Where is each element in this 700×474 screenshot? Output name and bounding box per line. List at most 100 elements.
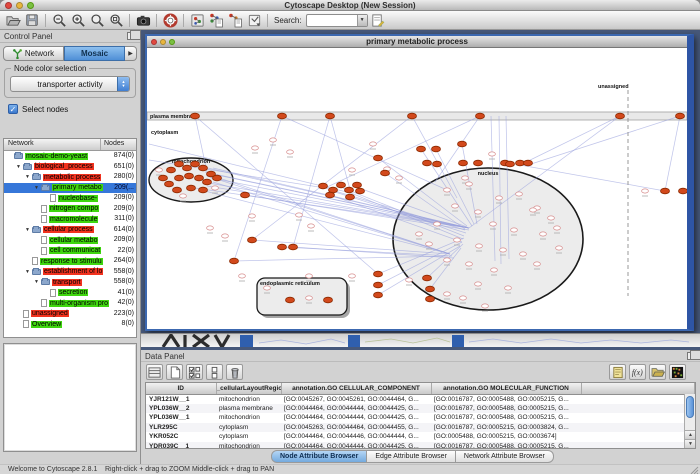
tree-row-label[interactable]: cellular metabo (49, 237, 98, 244)
network-node-selected[interactable] (195, 175, 204, 181)
network-node[interactable] (476, 244, 483, 248)
network-node-selected[interactable] (676, 113, 685, 119)
table-cell[interactable]: YKR052C (146, 432, 216, 442)
notes-icon[interactable] (609, 364, 626, 380)
network-node-selected[interactable] (241, 192, 250, 198)
network-node-selected[interactable] (319, 183, 328, 189)
network-node-selected[interactable] (213, 175, 222, 181)
tree-expand-arrow-icon[interactable]: ▼ (34, 183, 41, 193)
tree-row-label[interactable]: metabolic process (43, 174, 101, 181)
network-node[interactable] (530, 208, 537, 212)
tree-row-label[interactable]: primary metabo (52, 184, 103, 191)
network-node-selected[interactable] (199, 165, 208, 171)
tree-row-label[interactable]: establishment of lo (43, 268, 103, 275)
tree-row-label[interactable]: secretion (58, 289, 88, 296)
table-cell[interactable]: YDR039C__1 (146, 442, 216, 450)
network-node-selected[interactable] (524, 160, 533, 166)
tree-row-label[interactable]: multi-organism pro (49, 300, 109, 307)
tree-column-nodes[interactable]: Nodes (101, 139, 136, 150)
network-node[interactable] (462, 176, 469, 180)
tree-expand-arrow-icon[interactable]: ▼ (25, 225, 32, 235)
network-node[interactable] (490, 222, 497, 226)
network-node[interactable] (482, 304, 489, 308)
tree-expand-arrow-icon[interactable]: ▼ (25, 172, 32, 182)
node-color-dropdown[interactable]: transporter activity ▲▼ (10, 76, 130, 92)
help-ring-icon[interactable] (161, 12, 179, 29)
table-row[interactable]: YDR039C__1mitochondrion[GO:0044464, GO:0… (146, 442, 695, 450)
open-file-icon[interactable] (4, 12, 22, 29)
network-node[interactable] (249, 214, 256, 218)
import-attributes-icon[interactable] (226, 12, 244, 29)
network-node-selected[interactable] (374, 271, 383, 277)
tree-row[interactable]: ▼biological_process651(0) (4, 162, 136, 173)
network-node-selected[interactable] (337, 182, 346, 188)
resize-grip-icon[interactable] (690, 466, 699, 474)
network-node[interactable] (466, 182, 473, 186)
network-node-selected[interactable] (381, 170, 390, 176)
scroll-down-icon[interactable]: ▼ (685, 439, 696, 448)
network-node[interactable] (222, 234, 229, 238)
table-cell[interactable]: [GO:0016787, GO:0005488, GO:0005215, G..… (431, 413, 581, 423)
network-node[interactable] (416, 232, 423, 236)
tree-row[interactable]: Overview8(0) (4, 319, 136, 330)
network-node-selected[interactable] (426, 286, 435, 292)
network-node[interactable] (287, 150, 294, 154)
scrollbar-thumb[interactable] (686, 396, 694, 418)
table-cell[interactable]: [GO:0016787, GO:0005488, GO:0005215, G..… (431, 442, 581, 450)
attribute-grid-icon[interactable] (146, 364, 163, 380)
network-node-selected[interactable] (426, 296, 435, 302)
table-cell[interactable]: plasma membrane (216, 404, 281, 414)
tree-row[interactable]: macromolecule311(0) (4, 214, 136, 225)
function-builder-icon[interactable]: f(x) (629, 364, 646, 380)
network-node[interactable] (252, 146, 259, 150)
network-node[interactable] (444, 258, 451, 262)
network-node-selected[interactable] (286, 297, 295, 303)
search-combobox[interactable]: ▼ (306, 14, 368, 27)
table-row[interactable]: YLR295Ccytoplasm[GO:0045263, GO:0044464,… (146, 423, 695, 433)
table-cell[interactable]: [GO:0016787, GO:0005488, GO:0005215, G..… (431, 394, 581, 404)
network-node-selected[interactable] (423, 160, 432, 166)
filter-icon[interactable] (245, 12, 263, 29)
network-node-selected[interactable] (353, 182, 362, 188)
table-column-header[interactable]: annotation.GO CELLULAR_COMPONENT (281, 383, 431, 394)
network-node-selected[interactable] (346, 194, 355, 200)
network-node[interactable] (505, 286, 512, 290)
network-node-selected[interactable] (191, 161, 200, 167)
birds-eye-view[interactable] (3, 343, 137, 452)
network-node-selected[interactable] (661, 188, 670, 194)
network-node-selected[interactable] (374, 292, 383, 298)
network-node-selected[interactable] (159, 175, 168, 181)
network-node[interactable] (396, 176, 403, 180)
tree-row[interactable]: unassigned223(0) (4, 309, 136, 320)
tab-mosaic[interactable]: Mosaic (64, 46, 125, 61)
network-node[interactable] (554, 226, 561, 230)
network-node-selected[interactable] (326, 192, 335, 198)
network-node[interactable] (306, 274, 313, 278)
tree-expand-arrow-icon[interactable]: ▼ (25, 267, 32, 277)
network-node-selected[interactable] (433, 161, 442, 167)
tree-row-label[interactable]: mosaic-demo-yeast (25, 153, 88, 160)
tree-row[interactable]: nitrogen compo209(0) (4, 204, 136, 215)
tree-column-network[interactable]: Network (4, 139, 101, 150)
heatmap-icon[interactable] (669, 364, 686, 380)
tree-row-label[interactable]: response to stimulu (40, 258, 103, 265)
table-cell[interactable]: mitochondrion (216, 413, 281, 423)
network-node[interactable] (452, 204, 459, 208)
tree-row[interactable]: cell communicat22(0) (4, 246, 136, 257)
delete-attribute-icon[interactable] (226, 364, 243, 380)
select-nodes-checkbox[interactable]: ✓ (8, 104, 18, 114)
network-node[interactable] (308, 224, 315, 228)
network-node-selected[interactable] (476, 113, 485, 119)
table-row[interactable]: YKR052Ccytoplasm[GO:0044464, GO:0044446,… (146, 432, 695, 442)
network-node[interactable] (540, 232, 547, 236)
network-node-selected[interactable] (203, 179, 212, 185)
network-node-selected[interactable] (175, 175, 184, 181)
network-node-selected[interactable] (230, 258, 239, 264)
search-dropdown-arrow-icon[interactable]: ▼ (357, 15, 367, 26)
tree-row[interactable]: ▼primary metabo209(... (4, 183, 136, 194)
tree-row-label[interactable]: Overview (31, 321, 62, 328)
table-cell[interactable]: [GO:0005488, GO:0005215, GO:0003674] (431, 432, 581, 442)
network-node[interactable] (239, 274, 246, 278)
tree-row[interactable]: ▼metabolic process280(0) (4, 172, 136, 183)
network-node[interactable] (520, 252, 527, 256)
